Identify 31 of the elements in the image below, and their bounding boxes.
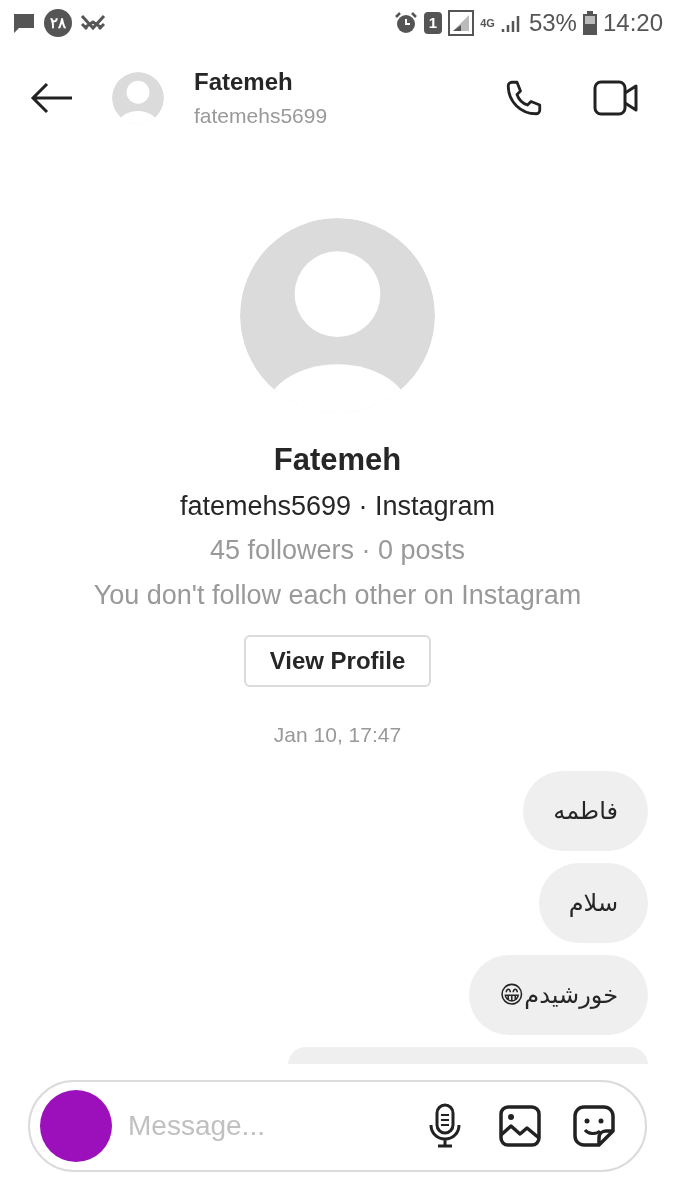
sticker-icon[interactable] [573, 1105, 615, 1147]
gallery-icon[interactable] [499, 1105, 541, 1147]
avatar [112, 72, 164, 124]
alarm-icon [393, 11, 418, 35]
message-bubble: فاطمه [523, 770, 648, 851]
profile-stats: 45 followers · 0 posts [209, 534, 466, 567]
sim-badge: 1 [423, 11, 443, 35]
date-badge: ۲۸ [44, 9, 72, 37]
network-type: 4G [480, 17, 495, 29]
message-input[interactable]: Message... [128, 1105, 427, 1147]
contact-username: fatemehs5699 [194, 103, 329, 130]
camera-button[interactable] [40, 1090, 112, 1162]
message-bubble: خورشیدم😁 [469, 954, 648, 1035]
profile-subtitle: fatemehs5699 · Instagram [179, 489, 496, 523]
video-camera-icon [593, 79, 639, 117]
message-icon [12, 11, 36, 35]
message-bubble: سلام [538, 862, 648, 943]
video-call-button[interactable] [593, 79, 639, 117]
back-arrow-icon [30, 82, 74, 114]
view-profile-button[interactable]: View Profile [244, 635, 431, 687]
contact-name: Fatemeh [194, 67, 294, 98]
back-button[interactable] [30, 82, 74, 114]
follow-note: You don't follow each other on Instagram [93, 578, 582, 612]
battery-percent: 53% [528, 8, 577, 38]
microphone-icon[interactable] [427, 1103, 463, 1149]
battery-icon [582, 11, 597, 35]
message-field[interactable]: Message... [28, 1080, 647, 1172]
profile-name: Fatemeh [273, 441, 402, 479]
clock: 14:20 [602, 8, 663, 38]
timestamp: Jan 10, 17:47 [273, 722, 402, 748]
signal-icon [448, 10, 475, 36]
